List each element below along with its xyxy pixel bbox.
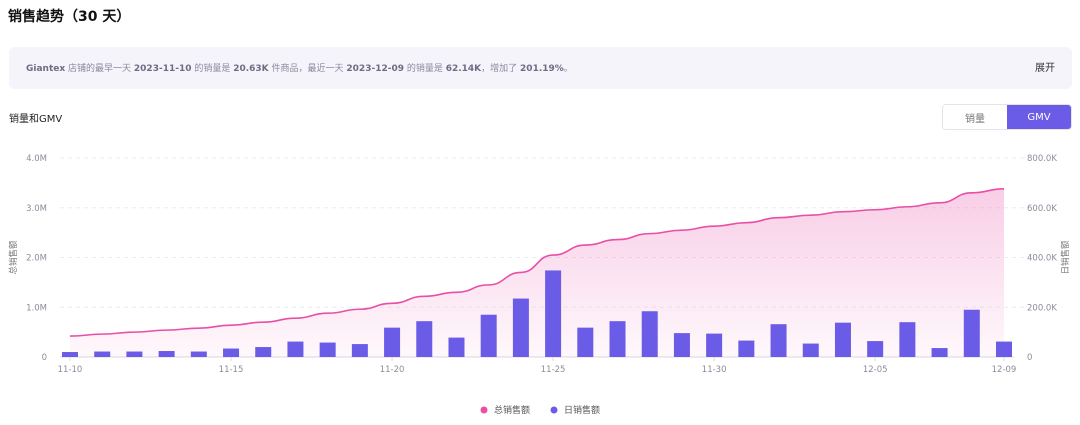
- daily-sales-bar: [963, 309, 980, 357]
- daily-sales-bar: [319, 342, 336, 357]
- y-right-tick-label: 200.0K: [1027, 303, 1057, 313]
- page-title: 销售趋势（30 天）: [8, 9, 131, 25]
- daily-sales-bar: [287, 341, 304, 357]
- y-left-tick-label: 3.0M: [26, 204, 47, 214]
- sales-chart: 0 1.0M 2.0M 3.0M 4.0M 0 200.0K 400.0K 600.0K 800.…: [8, 154, 1071, 416]
- daily-sales-bar: [867, 341, 884, 357]
- expand-button[interactable]: 展开: [1035, 59, 1055, 74]
- y-left-tick-label: 1.0M: [26, 303, 47, 313]
- daily-sales-bar: [577, 327, 594, 357]
- start-date: 2023-11-10: [133, 64, 192, 74]
- x-tick-label: 12-09: [992, 365, 1017, 375]
- x-tick-label: 11-15: [219, 365, 244, 375]
- y-left-tick-label: 4.0M: [26, 154, 47, 164]
- y-right-tick-label: 400.0K: [1027, 254, 1057, 264]
- daily-sales-bar: [448, 337, 465, 357]
- y-left-tick-label: 0: [42, 353, 47, 363]
- daily-sales-bar: [126, 351, 143, 357]
- daily-sales-bar: [158, 351, 175, 357]
- total-sales-area: [70, 188, 1004, 357]
- daily-sales-bar: [834, 322, 851, 357]
- daily-sales-bar: [512, 298, 529, 357]
- daily-sales-bar: [223, 348, 240, 357]
- toggle-gmv[interactable]: GMV: [1007, 105, 1071, 129]
- daily-sales-bar: [416, 321, 433, 357]
- daily-sales-bar: [706, 333, 723, 357]
- y-right-tick-label: 600.0K: [1027, 204, 1057, 214]
- daily-sales-bar: [94, 351, 111, 357]
- start-sales: 20.63K: [233, 64, 269, 74]
- daily-sales-bar: [545, 270, 562, 357]
- y-left-tick-label: 2.0M: [26, 254, 47, 264]
- daily-sales-bar: [190, 351, 207, 357]
- toggle-sales-volume[interactable]: 销量: [943, 105, 1007, 129]
- daily-sales-bar: [384, 327, 401, 357]
- y-right-tick-label: 800.0K: [1027, 154, 1057, 164]
- daily-sales-bar: [255, 347, 272, 357]
- daily-sales-bar: [62, 352, 78, 357]
- daily-sales-bar: [351, 344, 368, 357]
- daily-sales-bar: [996, 341, 1012, 357]
- daily-sales-bar: [641, 311, 658, 357]
- summary-text: Giantex 店铺的最早一天 2023-11-10 的销量是 20.63K 件…: [26, 64, 573, 74]
- x-tick-label: 11-25: [541, 365, 566, 375]
- daily-sales-bar: [609, 321, 626, 357]
- end-date: 2023-12-09: [346, 64, 404, 74]
- y-right-tick-label: 0: [1027, 353, 1032, 363]
- daily-sales-bar: [802, 343, 819, 357]
- legend-total-marker: [480, 406, 488, 414]
- daily-sales-bar: [770, 324, 787, 357]
- x-tick-label: 11-30: [702, 365, 727, 375]
- legend-daily-marker: [550, 406, 558, 414]
- daily-sales-bar: [738, 340, 755, 357]
- x-tick-label: 12-05: [863, 365, 888, 375]
- x-tick-label: 11-20: [380, 365, 405, 375]
- shop-name: Giantex: [26, 64, 66, 74]
- y-left-axis-title: 总销售额: [8, 240, 19, 275]
- growth-rate: 201.19%: [520, 64, 564, 74]
- daily-sales-bar: [480, 314, 497, 357]
- daily-sales-bar: [673, 333, 690, 357]
- legend-total-label: 总销售额: [494, 404, 530, 416]
- y-right-axis-title: 日销售额: [1060, 240, 1071, 275]
- summary-banner: Giantex 店铺的最早一天 2023-11-10 的销量是 20.63K 件…: [9, 47, 1072, 89]
- end-sales: 62.14K: [445, 64, 482, 74]
- metric-toggle[interactable]: 销量 GMV: [942, 104, 1072, 130]
- daily-sales-bar: [931, 348, 948, 357]
- chart-subtitle: 销量和GMV: [9, 114, 63, 125]
- x-tick-label: 11-10: [58, 365, 83, 375]
- daily-sales-bar: [899, 322, 916, 357]
- legend-daily-label: 日销售额: [564, 404, 600, 416]
